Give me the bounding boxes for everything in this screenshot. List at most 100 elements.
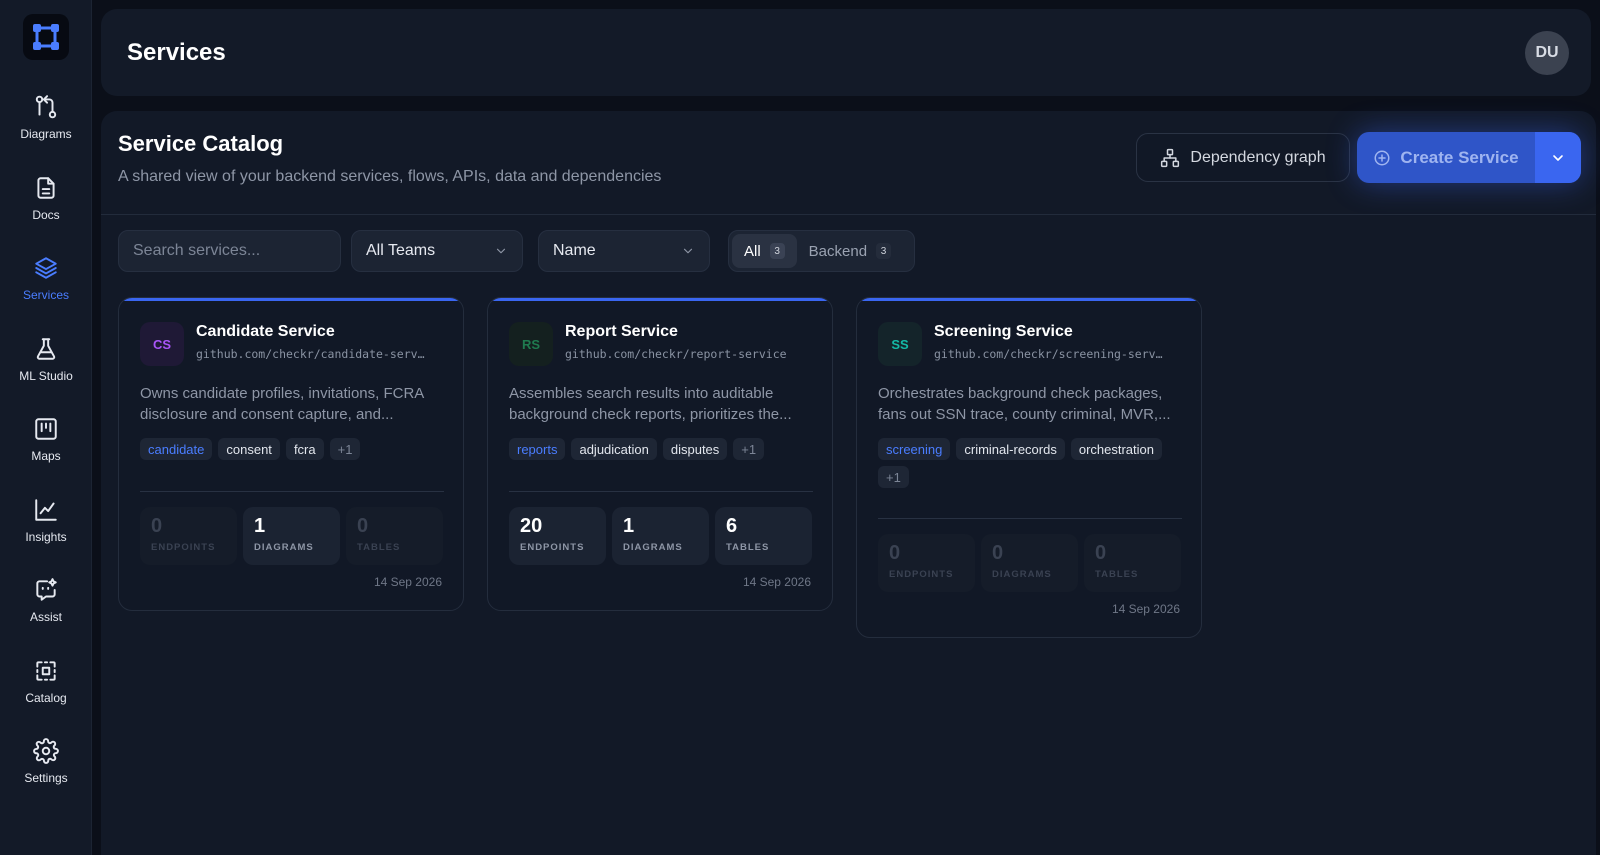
- nav-item-docs[interactable]: Docs: [0, 163, 92, 241]
- service-initials-badge: SS: [878, 322, 922, 366]
- nav-label: Maps: [31, 449, 61, 463]
- nav-item-services[interactable]: Services: [0, 243, 92, 321]
- segment-all[interactable]: All 3: [732, 234, 797, 268]
- tag[interactable]: disputes: [662, 438, 728, 460]
- tag[interactable]: screening: [878, 438, 951, 460]
- service-initials-badge: CS: [140, 322, 184, 366]
- nav-item-diagrams[interactable]: Diagrams: [0, 82, 92, 160]
- chevron-down-icon: [496, 248, 506, 254]
- app-logo[interactable]: [23, 14, 69, 60]
- service-date: 14 Sep 2026: [742, 575, 811, 589]
- service-initials-badge: RS: [509, 322, 553, 366]
- stat-value: 6: [726, 515, 738, 537]
- flask-icon: [31, 334, 61, 364]
- stat-caption: DIAGRAMS: [623, 542, 683, 553]
- service-tags: screening criminal-records orchestration…: [878, 438, 1188, 488]
- stat-caption: ENDPOINTS: [889, 569, 954, 580]
- service-tags: candidate consent fcra +1: [140, 438, 450, 460]
- stat-value: 0: [1095, 542, 1107, 564]
- team-select[interactable]: All Teams: [351, 230, 523, 272]
- card-divider: [140, 491, 444, 492]
- catalog-title: Service Catalog: [118, 131, 284, 156]
- stat-caption: DIAGRAMS: [992, 569, 1052, 580]
- team-select-value: All Teams: [366, 242, 436, 259]
- service-description: Owns candidate profiles, invitations, FC…: [140, 385, 424, 423]
- stat-value: 1: [623, 515, 635, 537]
- plus-circle-icon: [1374, 150, 1390, 165]
- tag[interactable]: adjudication: [571, 438, 657, 460]
- more-tags-badge[interactable]: +1: [329, 438, 361, 460]
- service-name: Candidate Service: [196, 323, 335, 340]
- nav-label: Settings: [24, 771, 68, 785]
- service-card-report[interactable]: RS Report Service github.com/checkr/repo…: [487, 297, 833, 611]
- diagrams-icon: [31, 92, 61, 122]
- map-icon: [31, 414, 61, 444]
- stat-caption: ENDPOINTS: [520, 542, 585, 553]
- stat-caption: TABLES: [1095, 569, 1139, 580]
- service-catalog-panel: Service Catalog A shared view of your ba…: [101, 111, 1596, 855]
- tag[interactable]: candidate: [140, 438, 213, 460]
- segment-label: All: [744, 242, 761, 260]
- tag[interactable]: reports: [509, 438, 566, 460]
- stat-endpoints: 20 ENDPOINTS: [509, 507, 606, 565]
- stat-endpoints: 0 ENDPOINTS: [140, 507, 237, 565]
- tag[interactable]: orchestration: [1070, 438, 1162, 460]
- stat-value: 0: [357, 515, 369, 537]
- service-card-candidate[interactable]: CS Candidate Service github.com/checkr/c…: [118, 297, 464, 611]
- sitemap-icon: [1161, 148, 1180, 167]
- stat-diagrams: 1 DIAGRAMS: [612, 507, 709, 565]
- nav-item-ml-studio[interactable]: ML Studio: [0, 324, 92, 402]
- nav-item-catalog[interactable]: Catalog: [0, 646, 92, 724]
- tag[interactable]: criminal-records: [956, 438, 1065, 460]
- stat-value: 0: [992, 542, 1004, 564]
- catalog-subtitle: A shared view of your backend services, …: [118, 168, 662, 185]
- service-card-screening[interactable]: SS Screening Service github.com/checkr/s…: [856, 297, 1202, 638]
- stat-value: 20: [520, 515, 543, 537]
- nav-item-maps[interactable]: Maps: [0, 404, 92, 482]
- stat-tables: 0 TABLES: [346, 507, 443, 565]
- service-name: Screening Service: [934, 323, 1073, 340]
- create-service-button[interactable]: Create Service: [1357, 132, 1535, 183]
- page-title: Services: [127, 39, 226, 66]
- stat-caption: TABLES: [726, 542, 770, 553]
- service-repo: github.com/checkr/screening-service: [934, 347, 1164, 361]
- segment-count: 3: [876, 243, 892, 259]
- stat-caption: ENDPOINTS: [151, 542, 216, 553]
- sort-select[interactable]: Name: [538, 230, 710, 272]
- stat-tables: 6 TABLES: [715, 507, 812, 565]
- stat-value: 0: [889, 542, 901, 564]
- more-tags-badge[interactable]: +1: [733, 438, 765, 460]
- more-tags-badge[interactable]: +1: [878, 466, 909, 488]
- chevron-down-icon: [683, 248, 693, 254]
- search-input[interactable]: [118, 230, 341, 272]
- docs-icon: [31, 173, 61, 203]
- app-logo-icon: [33, 24, 59, 50]
- service-repo: github.com/checkr/report-service: [565, 347, 787, 361]
- stat-caption: TABLES: [357, 542, 401, 553]
- user-avatar[interactable]: DU: [1525, 31, 1569, 75]
- nav-item-insights[interactable]: Insights: [0, 485, 92, 563]
- nav-label: ML Studio: [19, 369, 73, 383]
- tag[interactable]: fcra: [285, 438, 324, 460]
- dependency-graph-label: Dependency graph: [1190, 148, 1326, 166]
- tag[interactable]: consent: [218, 438, 280, 460]
- card-divider: [878, 518, 1182, 519]
- chevron-down-icon: [1553, 154, 1563, 161]
- service-stats: 0 ENDPOINTS 0 DIAGRAMS 0 TABLES: [878, 534, 1181, 592]
- card-divider: [509, 491, 813, 492]
- stat-endpoints: 0 ENDPOINTS: [878, 534, 975, 592]
- sort-select-value: Name: [553, 242, 596, 259]
- dependency-graph-button[interactable]: Dependency graph: [1136, 133, 1350, 182]
- nav-label: Docs: [32, 208, 60, 222]
- service-date: 14 Sep 2026: [373, 575, 442, 589]
- stat-value: 1: [254, 515, 266, 537]
- nav-item-assist[interactable]: Assist: [0, 565, 92, 643]
- segment-backend[interactable]: Backend 3: [797, 234, 903, 268]
- service-stats: 0 ENDPOINTS 1 DIAGRAMS 0 TABLES: [140, 507, 443, 565]
- nav-item-settings[interactable]: Settings: [0, 726, 92, 804]
- create-service-dropdown[interactable]: [1535, 132, 1581, 183]
- sidebar: Diagrams Docs Services ML Studio Maps In…: [0, 0, 92, 855]
- chart-icon: [31, 495, 61, 525]
- stat-diagrams: 1 DIAGRAMS: [243, 507, 340, 565]
- service-description: Orchestrates background check packages, …: [878, 385, 1171, 423]
